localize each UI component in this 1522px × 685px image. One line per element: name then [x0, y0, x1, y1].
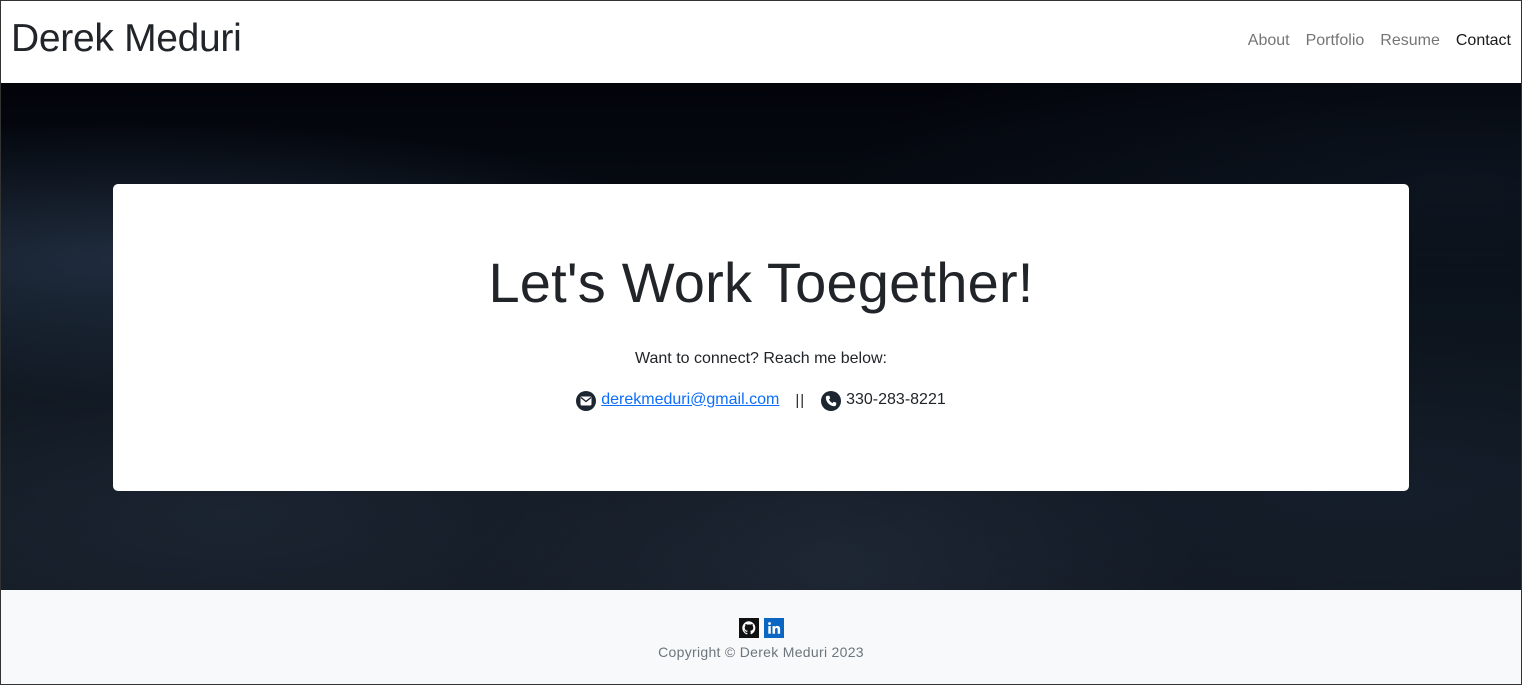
nav-link-about[interactable]: About: [1240, 32, 1298, 50]
social-links: [1, 618, 1521, 638]
phone-icon: [821, 391, 842, 411]
page-title: Let's Work Toegether!: [488, 251, 1034, 314]
contact-separator: ||: [795, 392, 806, 409]
hero-background: Let's Work Toegether! Want to connect? R…: [1, 83, 1521, 590]
nav-link-contact[interactable]: Contact: [1448, 32, 1511, 50]
navbar: Derek Meduri About Portfolio Resume Cont…: [1, 1, 1521, 83]
nav-link-resume[interactable]: Resume: [1372, 32, 1448, 50]
contact-card: Let's Work Toegether! Want to connect? R…: [113, 184, 1409, 491]
github-icon[interactable]: [738, 618, 759, 638]
envelope-icon: [576, 391, 597, 411]
copyright-text: Copyright © Derek Meduri 2023: [658, 644, 864, 660]
nav-link-portfolio[interactable]: Portfolio: [1298, 32, 1373, 50]
phone-number: 330-283-8221: [846, 390, 946, 408]
contact-row: derekmeduri@gmail.com || 330-283-8221: [113, 388, 1409, 411]
contact-lead-text: Want to connect? Reach me below:: [635, 350, 887, 367]
page: Derek Meduri About Portfolio Resume Cont…: [0, 0, 1522, 685]
email-link[interactable]: derekmeduri@gmail.com: [601, 391, 779, 409]
nav-links: About Portfolio Resume Contact: [1240, 32, 1511, 50]
brand-logo-link[interactable]: Derek Meduri: [11, 17, 242, 61]
footer: Copyright © Derek Meduri 2023: [1, 590, 1521, 684]
linkedin-icon[interactable]: [763, 618, 784, 638]
